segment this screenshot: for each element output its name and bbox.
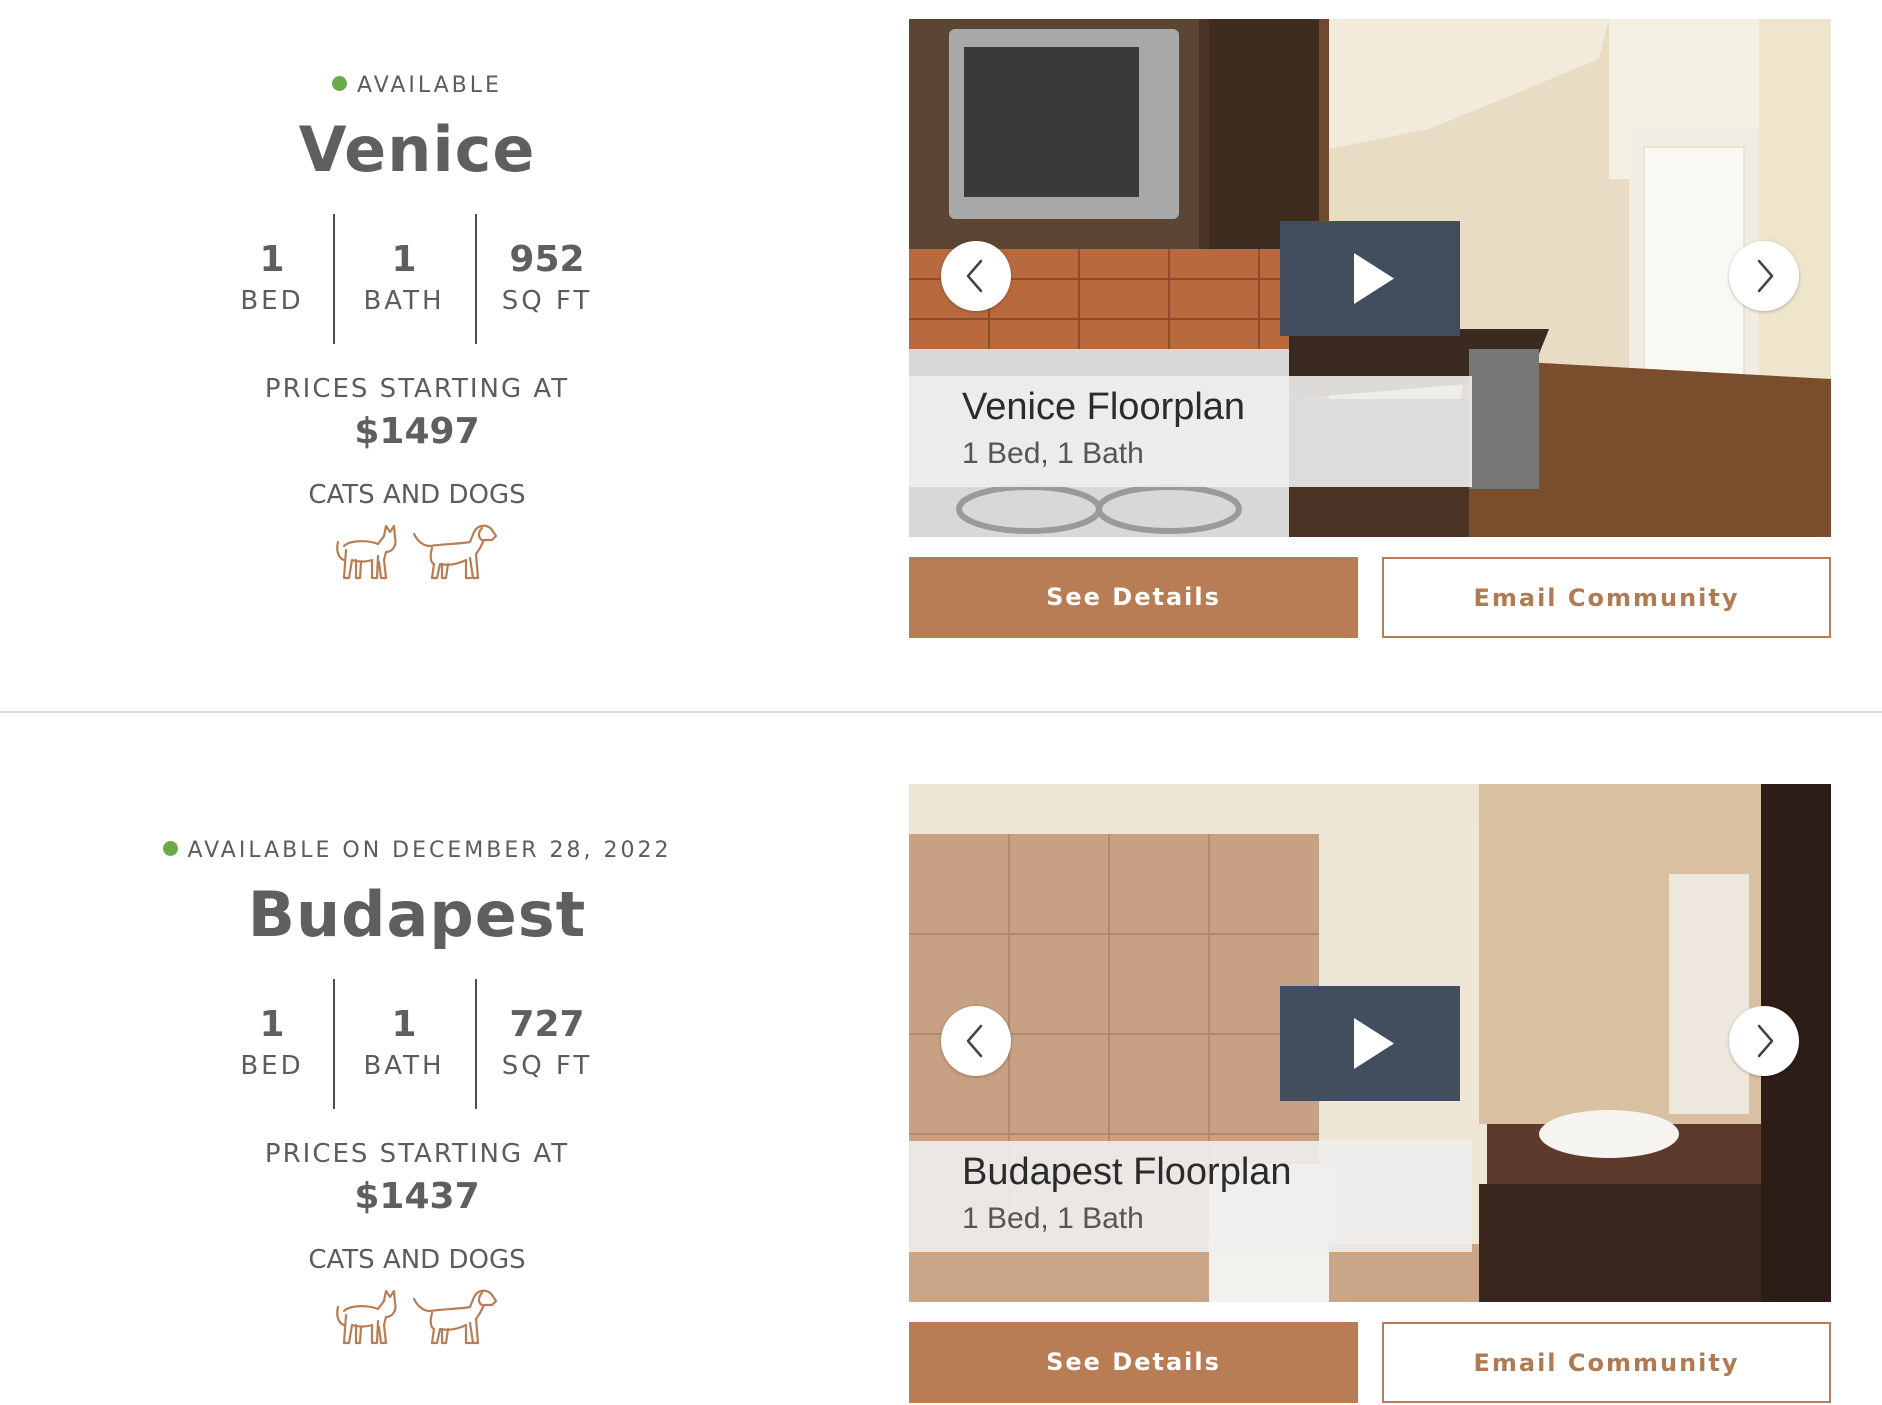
listing-separator	[0, 711, 1882, 713]
availability-status: AVAILABLE ON DECEMBER 28, 2022	[0, 838, 834, 864]
pets-label: CATS AND DOGS	[308, 480, 526, 510]
bath-count: 1	[391, 239, 417, 280]
floorplan-carousel[interactable]: Venice Floorplan 1 Bed, 1 Bath	[909, 19, 1831, 537]
status-dot-icon	[162, 841, 178, 856]
chevron-left-icon	[966, 1024, 983, 1058]
pet-icons	[334, 1285, 504, 1349]
play-button[interactable]	[1280, 221, 1460, 336]
chevron-left-icon	[966, 259, 983, 293]
caption-subtitle: 1 Bed, 1 Bath	[962, 437, 1144, 470]
floorplan-listing: AVAILABLE ON DECEMBER 28, 2022 Budapest …	[0, 765, 1882, 1405]
floorplan-info: AVAILABLE ON DECEMBER 28, 2022 Budapest …	[0, 765, 834, 1405]
email-community-button[interactable]: Email Community	[1382, 557, 1831, 638]
carousel-next-button[interactable]	[1729, 1006, 1799, 1076]
pet-icons	[334, 520, 504, 584]
bed-label: BED	[240, 1051, 304, 1081]
sqft-label: SQ FT	[501, 1051, 593, 1081]
chevron-right-icon	[1757, 259, 1774, 293]
cat-icon	[336, 524, 397, 580]
chevron-right-icon	[1757, 1024, 1774, 1058]
status-dot-icon	[332, 76, 348, 91]
floorplan-stats: 1 BED 1 BATH 727 SQ FT	[0, 979, 834, 1109]
floorplan-listing: AVAILABLE Venice 1 BED 1 BATH 952 SQ FT …	[0, 0, 1882, 640]
cat-icon	[336, 1289, 397, 1345]
carousel-prev-button[interactable]	[941, 241, 1011, 311]
play-icon	[1354, 1018, 1394, 1069]
see-details-button[interactable]: See Details	[909, 557, 1358, 638]
sqft-value: 727	[509, 1004, 585, 1045]
price-label: PRICES STARTING AT	[264, 374, 570, 404]
floorplan-info: AVAILABLE Venice 1 BED 1 BATH 952 SQ FT …	[0, 0, 834, 640]
see-details-button[interactable]: See Details	[909, 1322, 1358, 1403]
caption-subtitle: 1 Bed, 1 Bath	[962, 1202, 1144, 1235]
sqft-label: SQ FT	[501, 286, 593, 316]
floorplan-stats: 1 BED 1 BATH 952 SQ FT	[0, 214, 834, 344]
bath-count: 1	[391, 1004, 417, 1045]
bed-label: BED	[240, 286, 304, 316]
availability-text: AVAILABLE	[357, 73, 502, 98]
availability-status: AVAILABLE	[0, 73, 834, 99]
pets-label: CATS AND DOGS	[308, 1245, 526, 1275]
price-label: PRICES STARTING AT	[264, 1139, 570, 1169]
availability-text: AVAILABLE ON DECEMBER 28, 2022	[187, 838, 672, 863]
sqft-value: 952	[509, 239, 585, 280]
carousel-prev-button[interactable]	[941, 1006, 1011, 1076]
price-value: $1437	[354, 1176, 480, 1217]
carousel-next-button[interactable]	[1729, 241, 1799, 311]
photo-caption: Venice Floorplan 1 Bed, 1 Bath	[909, 376, 1472, 487]
caption-title: Venice Floorplan	[962, 386, 1246, 428]
floorplan-name: Venice	[298, 113, 536, 186]
bath-label: BATH	[363, 1051, 445, 1081]
bed-count: 1	[259, 1004, 285, 1045]
price-value: $1497	[354, 411, 480, 452]
dog-icon	[412, 1289, 498, 1345]
photo-caption: Budapest Floorplan 1 Bed, 1 Bath	[909, 1141, 1472, 1252]
dog-icon	[412, 524, 498, 580]
play-icon	[1354, 253, 1394, 304]
play-button[interactable]	[1280, 986, 1460, 1101]
bed-count: 1	[259, 239, 285, 280]
floorplan-carousel[interactable]: Budapest Floorplan 1 Bed, 1 Bath	[909, 784, 1831, 1302]
bath-label: BATH	[363, 286, 445, 316]
email-community-button[interactable]: Email Community	[1382, 1322, 1831, 1403]
caption-title: Budapest Floorplan	[962, 1151, 1292, 1193]
floorplan-name: Budapest	[247, 878, 587, 951]
